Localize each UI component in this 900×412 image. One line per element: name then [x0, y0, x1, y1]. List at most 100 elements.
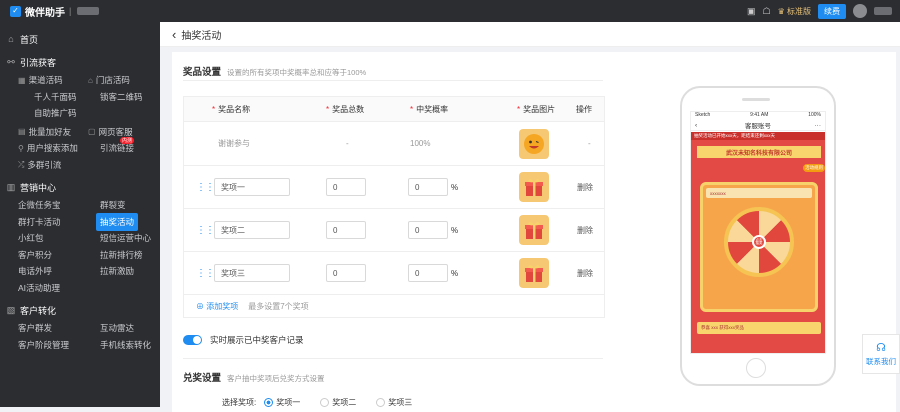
delete-button[interactable]: 删除	[577, 252, 593, 294]
sidebar-section-lead[interactable]: ⚯ 引流获客	[0, 52, 160, 72]
prize-rate-input[interactable]: 0	[408, 221, 448, 239]
sidebar-item-phone-call[interactable]: 电话外呼	[0, 263, 80, 280]
sidebar-item-stage-manage[interactable]: 客户阶段管理	[0, 337, 80, 354]
thanks-op: -	[588, 139, 591, 148]
phone-status-bar: Sketch 9:41 AM 100%	[695, 112, 821, 118]
realtime-toggle[interactable]	[183, 335, 202, 345]
sidebar-item-user-search[interactable]: ⚲ 用户搜索添加	[0, 140, 80, 157]
prize-rate-input[interactable]: 0	[408, 178, 448, 196]
sidebar-item-lock-code[interactable]: 锁客二维码	[80, 89, 160, 106]
delete-button[interactable]: 删除	[577, 209, 593, 251]
home-icon: ⌂	[8, 34, 14, 44]
prize-name-input[interactable]: 奖项一	[214, 178, 290, 196]
qrcode-icon: ▦	[18, 75, 26, 85]
prize-count-input[interactable]: 0	[326, 221, 366, 239]
sidebar-lead-grid-3: ▤ 批量加好友 ▢ 网页客服 ⚲ 用户搜索添加 引流链接 内测 ⤮ 多群引流	[0, 124, 160, 174]
radio-prize-3[interactable]: 奖项三	[376, 397, 412, 408]
sidebar-item-sms-center[interactable]: 短信运营中心	[80, 230, 160, 247]
gift-icon[interactable]	[519, 172, 549, 202]
avatar[interactable]	[853, 4, 867, 18]
beta-badge: 内测	[120, 137, 135, 144]
sidebar-lead-grid: ▦ 渠道活码 ⌂ 门店活码	[0, 72, 160, 89]
store-icon: ⌂	[88, 75, 93, 85]
drag-handle-icon[interactable]: ⋮⋮	[196, 252, 215, 294]
sidebar-item-mass-send[interactable]: 客户群发	[0, 320, 80, 337]
brand-name: 微伴助手	[25, 7, 65, 19]
panel-text: xxxxxxx	[706, 188, 812, 198]
phone-home-button	[746, 358, 766, 378]
lottery-page: 抽奖活动已开始xxx天，距结束还剩xxx天 武汉未知名科技有限公司 活动规则 x…	[691, 132, 825, 353]
prize-rate-input[interactable]: 0	[408, 264, 448, 282]
wheel-panel: xxxxxxx 点击抽奖	[700, 182, 818, 312]
delete-button[interactable]: 删除	[577, 166, 593, 208]
users-icon: ▤	[18, 127, 26, 137]
gift-icon[interactable]	[519, 258, 549, 288]
prize-count-input[interactable]: 0	[326, 178, 366, 196]
table-row: ⋮⋮ 奖项二 0 0% 删除	[184, 208, 604, 251]
sidebar-item-lottery[interactable]: 抽奖活动	[80, 212, 160, 231]
sidebar-item-ai-assistant[interactable]: AI活动助理	[0, 280, 80, 297]
prize-name-input[interactable]: 奖项三	[214, 264, 290, 282]
thanks-count: -	[346, 139, 349, 148]
phone-nav-bar: ‹ 客服账号 ···	[691, 120, 825, 131]
gift-icon[interactable]	[519, 215, 549, 245]
username-blurred[interactable]	[874, 7, 892, 15]
drag-handle-icon[interactable]: ⋮⋮	[196, 166, 215, 208]
sidebar-item-group-fission[interactable]: 群裂变	[80, 197, 160, 214]
user-icon[interactable]: ☖	[763, 6, 771, 17]
sidebar-section-marketing[interactable]: ▥ 营销中心	[0, 177, 160, 197]
settings-card: 奖品设置 设置的所有奖项中奖概率总和应等于100% * 奖品名称 * 奖品总数 * 中奖…	[172, 52, 896, 412]
top-right-tools: ▣ ☖ ♛ 标准版 续费	[747, 0, 892, 22]
sidebar-item-ranking[interactable]: 拉新排行榜	[80, 247, 160, 264]
sidebar-item-lead-convert[interactable]: 手机线索转化	[80, 337, 160, 354]
drag-handle-icon[interactable]: ⋮⋮	[196, 209, 215, 251]
col-prize-rate: * 中奖概率	[410, 104, 449, 114]
prize-count-input[interactable]: 0	[326, 264, 366, 282]
smile-face-icon	[519, 128, 549, 159]
sidebar-item-group-checkin[interactable]: 群打卡活动	[0, 214, 80, 231]
sidebar-item-task-treasure[interactable]: 企微任务宝	[0, 197, 80, 214]
sidebar-item-personalized-code[interactable]: 千人千面码	[0, 89, 80, 106]
prize-table: * 奖品名称 * 奖品总数 * 中奖概率 * 奖品图片 操作 谢谢参与 - 100% -…	[183, 96, 605, 318]
back-icon[interactable]: ‹	[172, 27, 176, 42]
thanks-rate: 100%	[410, 139, 431, 148]
sidebar-item-store-code[interactable]: ⌂ 门店活码	[80, 72, 160, 89]
sidebar-item-home[interactable]: ⌂ 首页	[0, 29, 160, 49]
phone-preview: Sketch 9:41 AM 100% ‹ 客服账号 ··· 抽奖活动已开始xx…	[680, 86, 836, 386]
sidebar-item-red-packet[interactable]: 小红包	[0, 230, 80, 247]
sidebar-item-incentive[interactable]: 拉新激励	[80, 263, 160, 280]
headset-icon: ☊	[876, 342, 886, 354]
radio-prize-2[interactable]: 奖项二	[320, 397, 356, 408]
add-prize-button[interactable]: ⊕ 添加奖项	[196, 301, 238, 312]
add-prize-hint: 最多设置7个奖项	[248, 301, 309, 311]
shuffle-icon: ⤮	[18, 159, 25, 169]
main-area: ‹ 抽奖活动 奖品设置 设置的所有奖项中奖概率总和应等于100% * 奖品名称 * 奖…	[160, 22, 900, 412]
sidebar-item-multi-group[interactable]: ⤮ 多群引流	[0, 157, 80, 174]
prize-settings-desc: 设置的所有奖项中奖概率总和应等于100%	[227, 68, 367, 77]
col-prize-name: * 奖品名称	[212, 104, 251, 114]
prize-name-input[interactable]: 奖项二	[214, 221, 290, 239]
sidebar-lead-grid-2: 千人千面码 锁客二维码 自助推广码	[0, 89, 160, 122]
page-title: 抽奖活动	[181, 30, 222, 42]
message-icon[interactable]: ▣	[747, 6, 756, 17]
winner-ticker: 恭喜 xxx 获得xxx奖品	[697, 322, 821, 334]
sidebar-item-promo-code[interactable]: 自助推广码	[0, 105, 80, 122]
renew-button[interactable]: 续费	[818, 3, 846, 19]
phone-more-icon: ···	[814, 121, 822, 129]
breadcrumb: ‹ 抽奖活动	[160, 22, 900, 47]
sidebar-item-customer-points[interactable]: 客户积分	[0, 247, 80, 264]
table-row-thanks: 谢谢参与 - 100% -	[184, 121, 604, 165]
link-icon: ⚯	[7, 56, 15, 67]
rules-button: 活动规则	[803, 164, 825, 172]
sidebar-conversion-grid: 客户群发 互动雷达 客户阶段管理 手机线索转化	[0, 320, 160, 353]
sidebar-item-radar[interactable]: 互动雷达	[80, 320, 160, 337]
sidebar-section-conversion[interactable]: ▧ 客户转化	[0, 300, 160, 320]
radio-prize-1[interactable]: 奖项一	[264, 397, 300, 408]
brand-separator: |	[69, 6, 72, 16]
sidebar-item-channel-code[interactable]: ▦ 渠道活码	[0, 72, 80, 89]
sidebar-item-lead-link[interactable]: 引流链接 内测	[80, 137, 160, 157]
phone-screen: Sketch 9:41 AM 100% ‹ 客服账号 ··· 抽奖活动已开始xx…	[690, 111, 826, 354]
contact-us-button[interactable]: ☊ 联系我们	[862, 334, 900, 374]
sidebar-item-batch-add[interactable]: ▤ 批量加好友	[0, 124, 80, 141]
transfer-icon: ▧	[6, 304, 16, 315]
